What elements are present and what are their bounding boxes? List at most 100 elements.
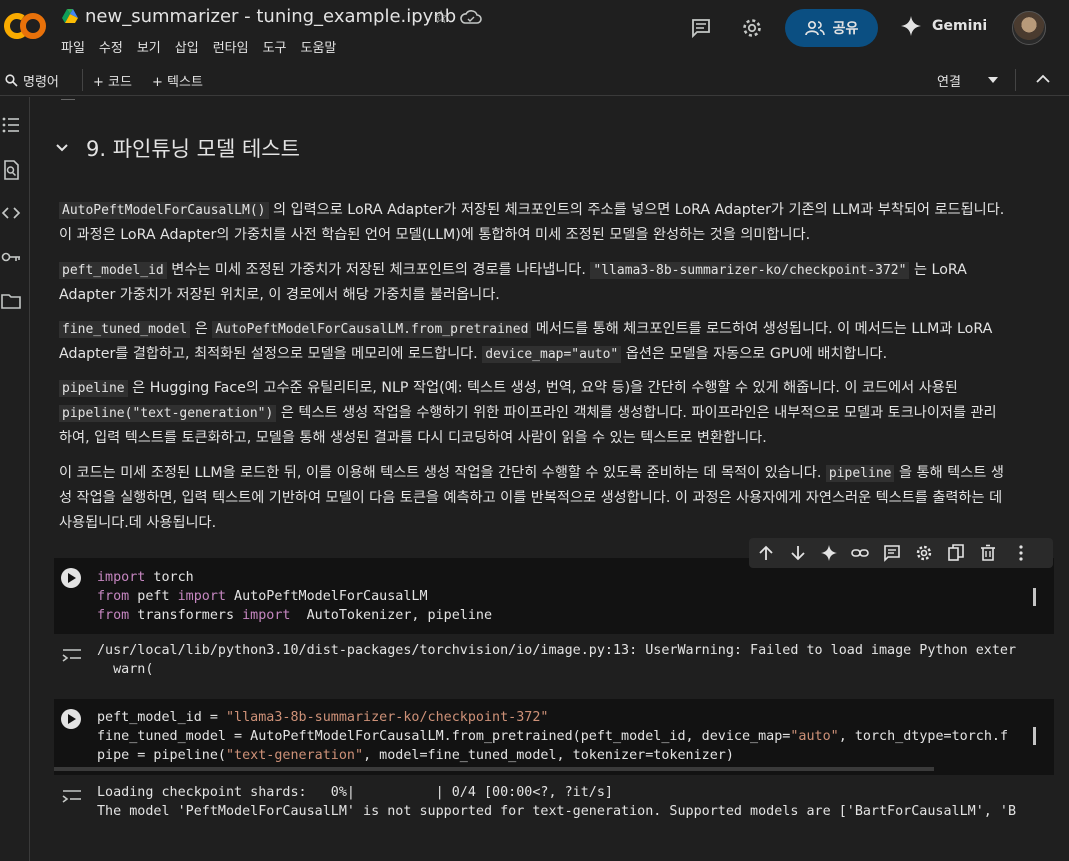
inline-code: "llama3-8b-summarizer-ko/checkpoint-372" (590, 262, 910, 279)
section-heading[interactable]: 9. 파인튜닝 모델 테스트 (56, 133, 300, 163)
cell-output: Loading checkpoint shards: 0%| | 0/4 [00… (54, 779, 1069, 823)
section-title: 9. 파인튜닝 모델 테스트 (86, 137, 300, 161)
output-toggle-icon[interactable] (61, 786, 83, 804)
share-button[interactable]: 공유 (785, 9, 878, 47)
inline-code: pipeline (825, 465, 895, 482)
commands-button[interactable]: 명령어 (5, 71, 59, 90)
gemini-label: Gemini (932, 18, 988, 34)
move-down-icon[interactable] (789, 544, 807, 562)
secrets-key-icon[interactable] (1, 247, 21, 267)
output-text: Loading checkpoint shards: 0%| | 0/4 [00… (97, 785, 1017, 819)
people-icon (804, 20, 825, 36)
inline-code: AutoPeftModelForCausalLM() (59, 202, 269, 219)
inline-code: pipeline (59, 380, 128, 397)
paragraph-text: 은 (194, 321, 208, 337)
toolbar-divider (82, 69, 83, 91)
cell-toolbar (749, 538, 1053, 568)
connect-button[interactable]: 연결 (937, 71, 961, 90)
menu-bar: 파일 수정 보기 삽입 런타임 도구 도움말 (61, 37, 350, 56)
chevron-down-icon[interactable] (56, 144, 68, 152)
menu-insert[interactable]: 삽입 (175, 37, 199, 56)
mirror-cell-icon[interactable] (947, 544, 965, 562)
add-text-label: + 텍스트 (152, 75, 203, 90)
settings-gear-icon[interactable] (741, 17, 763, 39)
toolbar-divider (1015, 69, 1016, 91)
more-options-icon[interactable] (1012, 544, 1030, 562)
add-code-button[interactable]: + 코드 (93, 71, 132, 90)
find-replace-icon[interactable] (1, 160, 21, 180)
share-label: 공유 (832, 21, 859, 37)
files-folder-icon[interactable] (1, 291, 21, 311)
table-of-contents-icon[interactable] (1, 115, 21, 135)
paragraph-text: 은 텍스트 생성 작업을 수행하기 위한 파이프라인 객체를 생성합니다. 파이… (280, 405, 997, 421)
markdown-paragraph: pipeline 은 Hugging Face의 고수준 유틸리티로, NLP … (59, 376, 1059, 451)
paragraph-text: 을 통해 텍스트 생 (899, 465, 1004, 481)
paragraph-text: 변수는 미세 조정된 가중치가 저장된 체크포인트의 경로를 나타냅니다. (171, 262, 586, 278)
menu-edit[interactable]: 수정 (99, 37, 123, 56)
inline-code: AutoPeftModelForCausalLM.from_pretrained (212, 321, 532, 338)
user-avatar[interactable] (1012, 11, 1046, 45)
code-cell[interactable]: import torch from peft import AutoPeftMo… (54, 558, 1054, 634)
paragraph-text: 사용됩니다.데 사용됩니다. (59, 515, 217, 531)
notebook-title[interactable]: new_summarizer - tuning_example.ipynb (85, 6, 456, 27)
code-editor[interactable]: peft_model_id = "llama3-8b-summarizer-ko… (97, 708, 1008, 765)
menu-view[interactable]: 보기 (137, 37, 161, 56)
cell-edge-marker (61, 97, 75, 100)
star-icon[interactable]: ☆ (433, 7, 449, 28)
delete-trash-icon[interactable] (979, 544, 997, 562)
commands-label: 명령어 (23, 75, 59, 90)
scrollbar-thumb[interactable] (1033, 588, 1036, 606)
paragraph-text: Adapter를 결합하고, 최적화된 설정으로 모델을 메모리에 로드합니다. (59, 346, 478, 362)
connect-label: 연결 (937, 75, 961, 90)
gemini-button[interactable]: Gemini (900, 15, 987, 37)
markdown-paragraph: AutoPeftModelForCausalLM() 의 입력으로 LoRA A… (59, 198, 1059, 248)
notebook-toolbar: 명령어 + 코드 + 텍스트 연결 (0, 64, 1069, 96)
menu-tools[interactable]: 도구 (263, 37, 287, 56)
gemini-sparkle-icon (901, 16, 921, 36)
comment-icon[interactable] (690, 17, 712, 39)
gemini-sparkle-icon[interactable] (820, 544, 838, 562)
search-icon (5, 74, 18, 87)
markdown-paragraph: fine_tuned_model 은 AutoPeftModelForCausa… (59, 317, 1059, 367)
horizontal-scrollbar[interactable] (54, 767, 934, 771)
output-toggle-icon[interactable] (61, 645, 83, 663)
paragraph-text: 는 LoRA (913, 262, 967, 278)
code-snippets-icon[interactable] (1, 203, 21, 223)
menu-runtime[interactable]: 런타임 (213, 37, 249, 56)
text-cursor (1033, 727, 1036, 745)
app-header: new_summarizer - tuning_example.ipynb ☆ … (0, 0, 1069, 64)
connect-dropdown-icon[interactable] (987, 76, 999, 84)
link-icon[interactable] (851, 544, 869, 562)
menu-file[interactable]: 파일 (61, 37, 85, 56)
colab-logo[interactable] (4, 9, 46, 43)
move-up-icon[interactable] (757, 544, 775, 562)
add-text-button[interactable]: + 텍스트 (152, 71, 203, 90)
code-editor[interactable]: import torch from peft import AutoPeftMo… (97, 568, 492, 625)
paragraph-text: 이 과정은 LoRA Adapter의 가중치를 사전 학습된 언어 모델(LL… (59, 227, 811, 243)
cell-output: /usr/local/lib/python3.10/dist-packages/… (54, 638, 1069, 680)
inline-code: pipeline("text-generation") (59, 405, 277, 422)
inline-code: fine_tuned_model (59, 321, 191, 338)
comment-icon[interactable] (883, 544, 901, 562)
notebook-area: 9. 파인튜닝 모델 테스트 AutoPeftModelForCausalLM(… (31, 97, 1069, 861)
collapse-chevron-up-icon[interactable] (1036, 74, 1050, 84)
run-cell-button[interactable] (61, 709, 81, 729)
paragraph-text: 옵션은 모델을 자동으로 GPU에 배치합니다. (625, 346, 888, 362)
cloud-saved-icon[interactable] (460, 9, 482, 25)
menu-help[interactable]: 도움말 (301, 37, 337, 56)
paragraph-text: 성 작업을 실행하면, 입력 텍스트에 기반하여 모델이 다음 토큰을 예측하고… (59, 490, 1003, 506)
paragraph-text: Adapter 가중치가 저장된 위치로, 이 경로에서 해당 가중치를 불러옵… (59, 287, 500, 303)
markdown-paragraph: peft_model_id 변수는 미세 조정된 가중치가 저장된 체크포인트의… (59, 258, 1059, 308)
settings-gear-icon[interactable] (915, 544, 933, 562)
run-cell-button[interactable] (61, 568, 81, 588)
markdown-paragraph: 이 코드는 미세 조정된 LLM을 로드한 뒤, 이를 이용해 텍스트 생성 작… (59, 461, 1059, 536)
paragraph-text: 은 Hugging Face의 고수준 유틸리티로, NLP 작업(예: 텍스트… (132, 380, 958, 396)
drive-icon[interactable] (62, 9, 78, 23)
left-sidebar (0, 97, 30, 861)
code-cell[interactable]: peft_model_id = "llama3-8b-summarizer-ko… (54, 699, 1054, 775)
add-code-label: + 코드 (93, 75, 132, 90)
paragraph-text: 의 입력으로 LoRA Adapter가 저장된 체크포인트의 주소를 넣으면 … (273, 202, 1005, 218)
inline-code: device_map="auto" (482, 346, 622, 363)
inline-code: peft_model_id (59, 262, 167, 279)
paragraph-text: 메서드를 통해 체크포인트를 로드하여 생성됩니다. 이 메서드는 LLM과 L… (535, 321, 993, 337)
